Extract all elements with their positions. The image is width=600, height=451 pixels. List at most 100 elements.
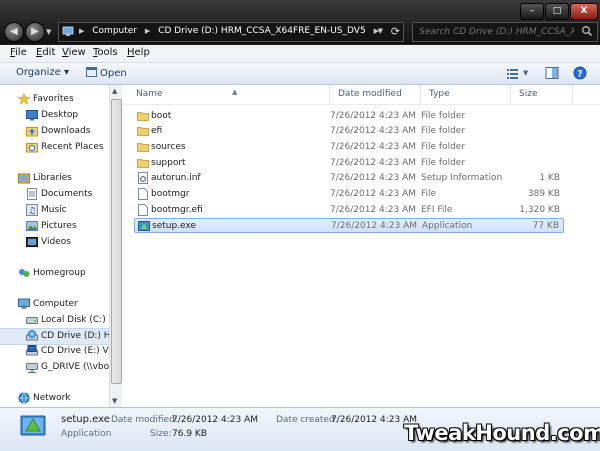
- address-bar[interactable]: ▶ Computer ▶ CD Drive (D:) HRM_CCSA_X64F…: [58, 22, 404, 42]
- search-box[interactable]: [412, 22, 598, 42]
- details-modified-value: 7/26/2012 4:23 AM: [172, 415, 259, 425]
- file-row[interactable]: efi 7/26/2012 4:23 AM File folder: [134, 124, 564, 139]
- nav-recent-places[interactable]: Recent Places: [0, 140, 109, 155]
- nav-local-disk[interactable]: Local Disk (C:): [0, 313, 109, 328]
- history-dropdown-icon[interactable]: ▼: [46, 28, 51, 36]
- menu-file[interactable]: File: [10, 47, 27, 58]
- details-file-name: setup.exe: [61, 414, 110, 425]
- minimize-button[interactable]: –: [520, 3, 544, 20]
- documents-icon: [27, 188, 37, 200]
- pictures-icon: [26, 221, 38, 231]
- view-options-dropdown-icon[interactable]: ▼: [523, 69, 528, 77]
- explorer-window: ◀ ▶ ▼ ▶ Computer ▶ CD Drive (D:) HRM_CCS…: [0, 0, 600, 451]
- desktop-icon: [26, 110, 38, 121]
- navigation-scrollbar[interactable]: ▲ ▼: [109, 85, 122, 407]
- open-icon: [86, 67, 97, 77]
- nav-videos[interactable]: Videos: [0, 235, 109, 250]
- videos-icon: [26, 237, 38, 247]
- svg-text:?: ?: [577, 70, 582, 80]
- column-header-type[interactable]: Type: [421, 85, 511, 104]
- libraries-icon: [18, 173, 30, 184]
- change-view-icon[interactable]: [506, 66, 520, 80]
- nav-desktop[interactable]: Desktop: [0, 108, 109, 123]
- close-button[interactable]: X: [570, 3, 598, 20]
- star-icon: [18, 93, 30, 105]
- file-row[interactable]: boot 7/26/2012 4:23 AM File folder: [134, 109, 564, 124]
- details-modified-label: Date modified:: [111, 415, 178, 425]
- setup-app-icon: [20, 415, 46, 436]
- nav-pictures[interactable]: Pictures: [0, 219, 109, 234]
- scrollbar-thumb[interactable]: [111, 99, 122, 384]
- column-header-name[interactable]: Name ▲: [128, 85, 330, 104]
- column-header-date-modified[interactable]: Date modified: [330, 85, 421, 104]
- search-input[interactable]: [419, 25, 574, 38]
- file-icon: [138, 204, 148, 216]
- details-size-value: 76.9 KB: [172, 429, 207, 439]
- menu-help[interactable]: Help: [127, 47, 150, 58]
- music-icon: ♫: [26, 204, 38, 216]
- file-row[interactable]: sources 7/26/2012 4:23 AM File folder: [134, 140, 564, 155]
- open-button[interactable]: Open: [86, 67, 127, 79]
- nav-documents[interactable]: Documents: [0, 187, 109, 202]
- nav-downloads[interactable]: Downloads: [0, 124, 109, 139]
- nav-computer[interactable]: Computer: [0, 297, 109, 312]
- breadcrumb-computer[interactable]: Computer: [92, 26, 137, 36]
- svg-text:♫: ♫: [28, 207, 36, 217]
- watermark: TweakHound.com: [404, 421, 600, 445]
- nav-music[interactable]: ♫ Music: [0, 203, 109, 218]
- settings-file-icon: [138, 172, 148, 184]
- search-icon[interactable]: [581, 25, 593, 37]
- nav-cd-drive-e[interactable]: CD Drive (E:) VirtualBox Guest Additions: [0, 344, 109, 359]
- virtualbox-cd-icon: [26, 345, 38, 356]
- refresh-icon[interactable]: ⟳: [391, 25, 400, 38]
- setup-app-icon: [138, 221, 150, 231]
- nav-cd-drive-d[interactable]: CD Drive (D:) HRM_CCSA_X64FRE_EN-US_DV5: [0, 328, 109, 345]
- downloads-folder-icon: [26, 127, 38, 137]
- file-row[interactable]: bootmgr.efi 7/26/2012 4:23 AM EFI File 1…: [134, 203, 564, 218]
- computer-icon: [18, 298, 30, 309]
- menu-view[interactable]: View: [62, 47, 86, 58]
- breadcrumb: ▶ Computer ▶ CD Drive (D:) HRM_CCSA_X64F…: [79, 26, 384, 36]
- maximize-button[interactable]: □: [545, 3, 569, 20]
- details-created-label: Date created:: [276, 415, 338, 425]
- forward-button[interactable]: ▶: [25, 22, 45, 42]
- crumb-separator-icon[interactable]: ▶: [145, 27, 150, 35]
- nav-homegroup[interactable]: Homegroup: [0, 266, 109, 281]
- scroll-up-icon[interactable]: ▲: [112, 87, 117, 95]
- nav-g-drive[interactable]: G_DRIVE (\\vboxsrv): [0, 360, 109, 375]
- navigation-pane: Favorites Desktop Downloads Recent Place…: [0, 85, 109, 407]
- title-bar: ◀ ▶ ▼ ▶ Computer ▶ CD Drive (D:) HRM_CCS…: [0, 0, 600, 44]
- menu-edit[interactable]: Edit: [36, 47, 55, 58]
- sort-ascending-icon: ▲: [232, 88, 238, 96]
- menu-tools[interactable]: Tools: [93, 47, 118, 58]
- details-size-label: Size:: [150, 429, 172, 439]
- help-icon[interactable]: ?: [573, 66, 587, 80]
- dvd-drive-icon: [26, 330, 38, 341]
- header-divider: [122, 104, 600, 105]
- file-icon: [138, 188, 148, 200]
- recent-places-icon: [26, 143, 38, 153]
- homegroup-icon: [19, 269, 30, 277]
- details-file-type: Application: [61, 429, 112, 439]
- file-row-selected[interactable]: setup.exe 7/26/2012 4:23 AM Application …: [134, 218, 564, 233]
- network-icon: [18, 392, 30, 404]
- file-row[interactable]: autorun.inf 7/26/2012 4:23 AM Setup Info…: [134, 171, 564, 186]
- address-dropdown-icon[interactable]: ▼: [378, 27, 383, 35]
- back-button[interactable]: ◀: [4, 22, 24, 42]
- file-row[interactable]: support 7/26/2012 4:23 AM File folder: [134, 156, 564, 171]
- scroll-down-icon[interactable]: ▼: [112, 397, 117, 405]
- crumb-separator-icon[interactable]: ▶: [79, 27, 84, 35]
- breadcrumb-cd-drive[interactable]: CD Drive (D:) HRM_CCSA_X64FRE_EN-US_DV5: [158, 26, 366, 36]
- folder-icon: [137, 143, 149, 152]
- nav-favorites[interactable]: Favorites: [0, 92, 109, 107]
- network-drive-icon: [26, 363, 38, 373]
- organize-button[interactable]: Organize ▾: [16, 67, 69, 78]
- file-row[interactable]: bootmgr 7/26/2012 4:23 AM File 389 KB: [134, 187, 564, 202]
- nav-libraries[interactable]: Libraries: [0, 171, 109, 186]
- hard-drive-icon: [26, 317, 38, 324]
- column-header-size[interactable]: Size: [511, 85, 573, 104]
- preview-pane-icon[interactable]: [545, 66, 559, 80]
- folder-icon: [137, 112, 149, 121]
- open-label: Open: [100, 68, 127, 79]
- nav-network[interactable]: Network: [0, 391, 109, 406]
